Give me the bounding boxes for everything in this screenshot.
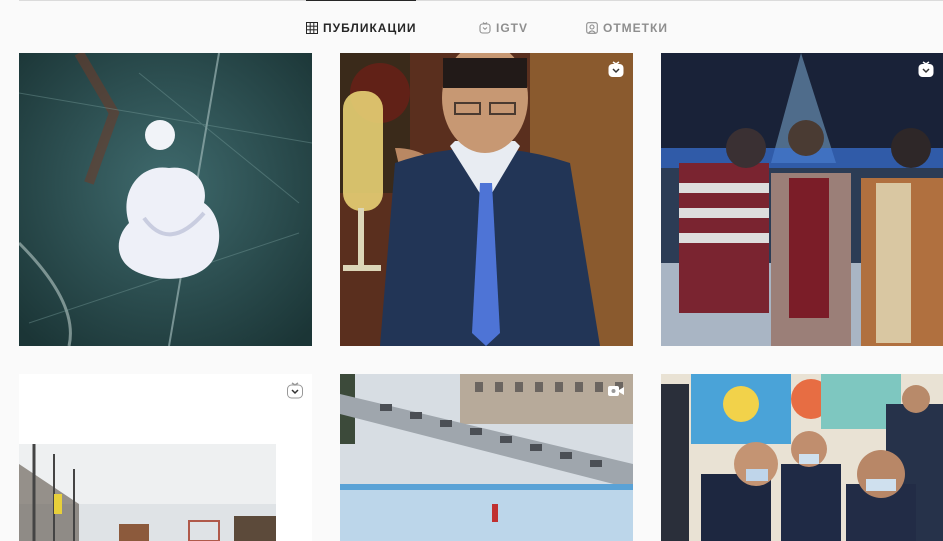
post-tile[interactable] xyxy=(19,53,312,346)
meeting-people-in-masks-photo xyxy=(661,374,943,541)
winter-city-ice-rink-photo xyxy=(340,374,633,541)
post-tile[interactable] xyxy=(661,374,943,541)
sports-court-photo xyxy=(19,374,312,541)
igtv-icon xyxy=(918,61,934,77)
post-tile[interactable] xyxy=(340,374,633,541)
igtv-icon xyxy=(287,382,303,399)
people-at-festive-night-photo xyxy=(661,53,943,346)
post-tile[interactable] xyxy=(19,374,312,541)
post-tile[interactable] xyxy=(661,53,943,346)
ice-figure-photo xyxy=(19,53,312,346)
igtv-icon xyxy=(608,61,624,77)
posts-grid xyxy=(0,0,943,541)
video-camera-icon xyxy=(608,386,624,396)
man-with-champagne-photo xyxy=(340,53,633,346)
post-tile[interactable] xyxy=(340,53,633,346)
